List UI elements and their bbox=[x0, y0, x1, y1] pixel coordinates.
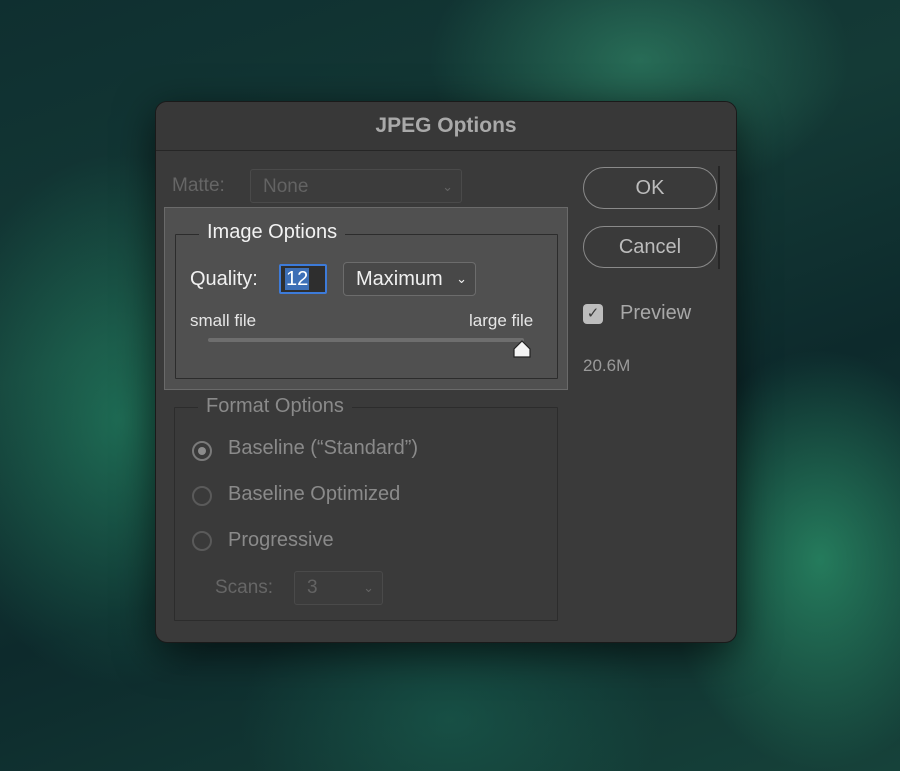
quality-slider-track[interactable] bbox=[208, 338, 524, 342]
image-options-panel: Image Options Quality: 12 Maximum ⌄ smal… bbox=[164, 207, 568, 390]
quality-preset-value: Maximum bbox=[356, 268, 443, 290]
quality-preset-select[interactable]: Maximum ⌄ bbox=[343, 262, 476, 296]
matte-select[interactable]: None ⌄ bbox=[250, 169, 462, 203]
ok-button[interactable]: OK bbox=[583, 167, 717, 209]
cancel-button-edge bbox=[718, 225, 720, 269]
image-options-title: Image Options bbox=[199, 221, 346, 244]
chevron-down-icon: ⌄ bbox=[363, 580, 374, 595]
slider-thumb-icon[interactable] bbox=[512, 340, 531, 358]
format-options-title: Format Options bbox=[198, 395, 352, 418]
file-size-readout: 20.6M bbox=[583, 356, 631, 375]
jpeg-options-dialog: JPEG Options Matte: None ⌄ Image Options… bbox=[155, 101, 737, 643]
progressive-label: Progressive bbox=[228, 529, 334, 551]
baseline-standard-label: Baseline (“Standard”) bbox=[228, 437, 419, 459]
checkmark-icon: ✓ bbox=[586, 305, 600, 322]
preview-checkbox[interactable]: ✓ bbox=[583, 304, 603, 324]
quality-label: Quality: bbox=[190, 268, 258, 290]
scans-select-value: 3 bbox=[307, 577, 318, 598]
scans-label: Scans: bbox=[215, 577, 274, 598]
matte-label: Matte: bbox=[172, 175, 225, 196]
baseline-optimized-label: Baseline Optimized bbox=[228, 483, 401, 505]
quality-input[interactable]: 12 bbox=[279, 264, 327, 294]
cancel-button[interactable]: Cancel bbox=[583, 226, 717, 268]
matte-select-value: None bbox=[263, 176, 309, 197]
dialog-title: JPEG Options bbox=[156, 102, 736, 151]
ok-button-edge bbox=[718, 166, 720, 210]
small-file-label: small file bbox=[190, 311, 257, 330]
preview-label: Preview bbox=[620, 302, 692, 324]
baseline-optimized-radio[interactable] bbox=[192, 486, 212, 506]
chevron-down-icon: ⌄ bbox=[442, 179, 453, 194]
scans-select[interactable]: 3 ⌄ bbox=[294, 571, 383, 605]
quality-input-value: 12 bbox=[285, 268, 310, 290]
large-file-label: large file bbox=[469, 311, 534, 330]
image-options-group-border bbox=[175, 234, 558, 379]
chevron-down-icon: ⌄ bbox=[456, 271, 467, 286]
progressive-radio[interactable] bbox=[192, 531, 212, 551]
baseline-standard-radio[interactable] bbox=[192, 441, 212, 461]
